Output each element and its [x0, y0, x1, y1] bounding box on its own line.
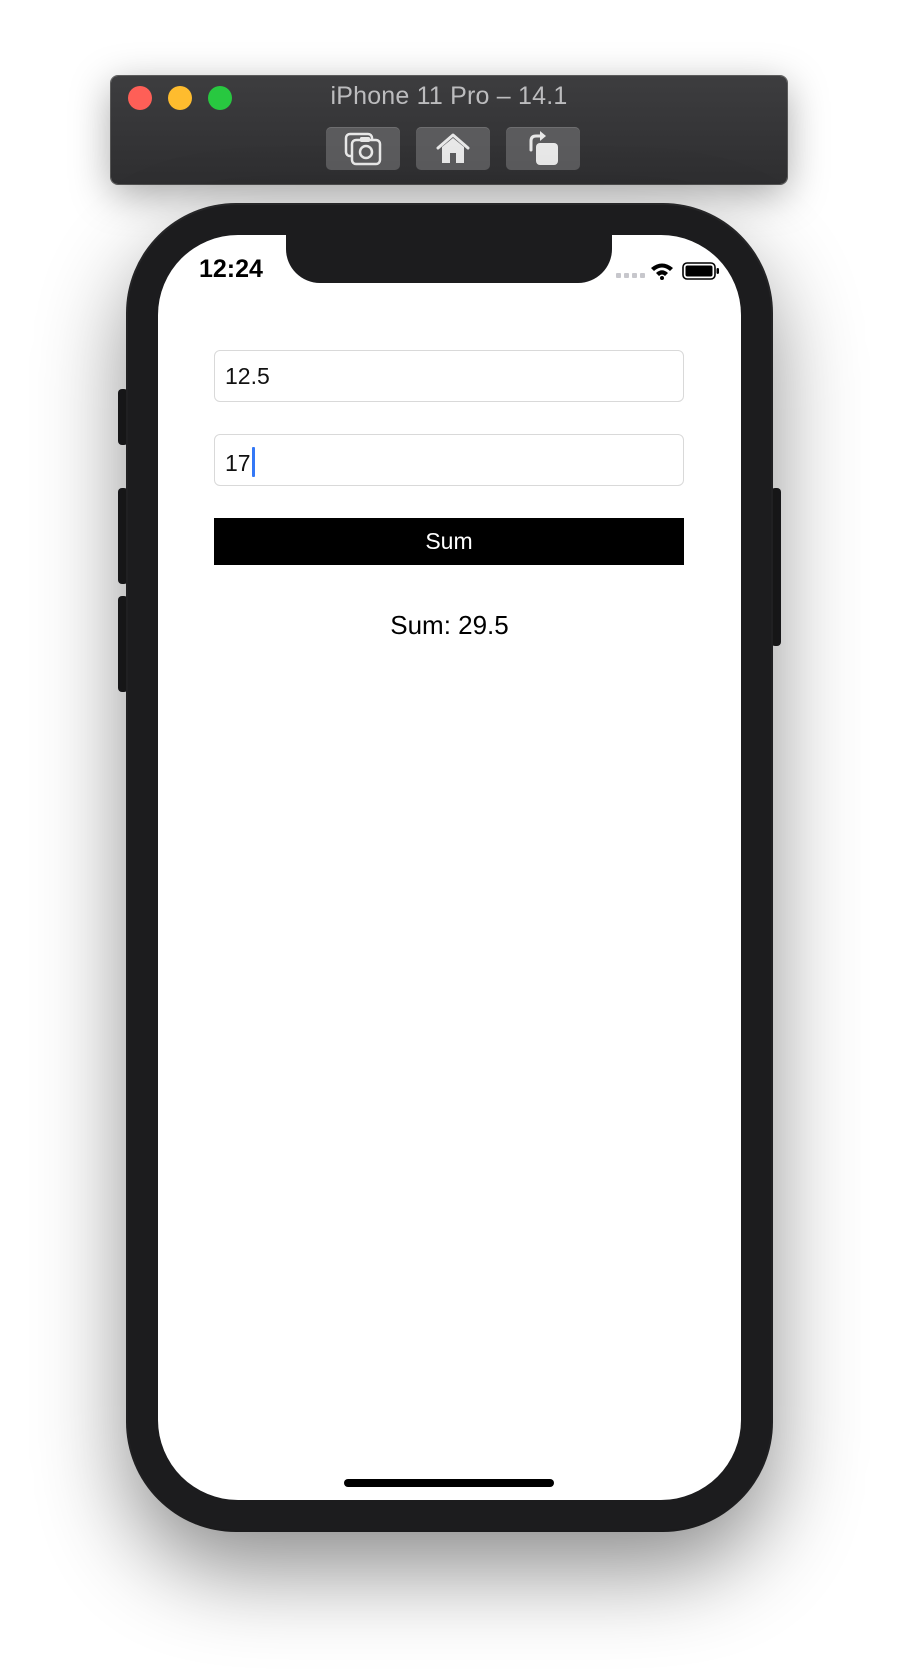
volume-down-button	[118, 596, 128, 692]
rotate-button[interactable]	[506, 127, 580, 170]
status-time: 12:24	[199, 255, 263, 283]
first-number-input[interactable]: 12.5	[214, 350, 684, 402]
sum-button[interactable]: Sum	[214, 518, 684, 565]
home-button[interactable]	[416, 127, 490, 170]
wifi-icon	[651, 263, 673, 280]
battery-icon	[682, 262, 719, 280]
simulator-titlebar: iPhone 11 Pro – 14.1	[111, 76, 787, 184]
cellular-signal-icon	[616, 273, 645, 278]
sum-result-label: Sum: 29.5	[390, 610, 509, 640]
iphone-screen: 12:24 12.5 17 Sum Sum: 29.5	[158, 235, 741, 1500]
volume-up-button	[118, 488, 128, 584]
simulator-stage: iPhone 11 Pro – 14.1 12:24 12.5 17 Sum S…	[0, 0, 898, 1678]
screenshot-button[interactable]	[326, 127, 400, 170]
mute-switch	[118, 389, 128, 445]
second-number-input[interactable]: 17	[214, 434, 684, 486]
window-title: iPhone 11 Pro – 14.1	[330, 82, 568, 110]
power-button	[771, 488, 781, 646]
second-number-field-content: 17	[225, 447, 255, 477]
text-cursor	[251, 447, 255, 477]
notch	[286, 235, 612, 283]
home-indicator[interactable]	[344, 1479, 554, 1487]
second-number-value: 17	[225, 450, 251, 476]
home-icon	[436, 133, 470, 163]
camera-icon	[344, 132, 382, 165]
rotate-icon	[529, 130, 558, 165]
first-number-value: 12.5	[225, 363, 270, 389]
